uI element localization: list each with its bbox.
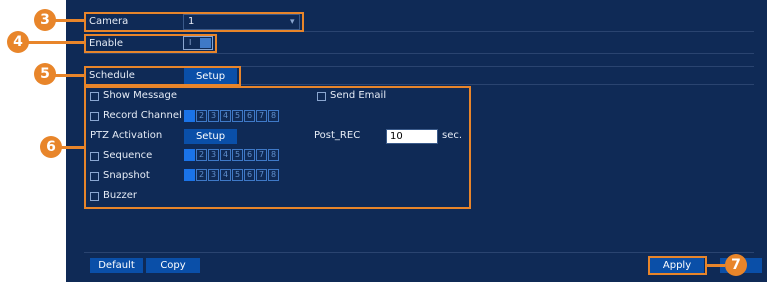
schedule-highlight: [84, 66, 241, 86]
default-button[interactable]: Default: [90, 258, 143, 273]
callout-connector: [28, 41, 84, 44]
callout-7: 7: [725, 254, 747, 276]
divider: [84, 53, 754, 54]
enable-highlight: [84, 34, 217, 53]
callout-6: 6: [40, 136, 62, 158]
callout-connector: [707, 264, 725, 267]
camera-highlight: [84, 12, 304, 32]
callout-3: 3: [34, 9, 56, 31]
callout-connector: [60, 146, 84, 149]
callout-5: 5: [34, 63, 56, 85]
divider: [84, 252, 754, 253]
copy-button[interactable]: Copy: [146, 258, 200, 273]
callout-4: 4: [7, 31, 29, 53]
apply-highlight: [648, 256, 707, 275]
actions-highlight: [84, 86, 471, 209]
